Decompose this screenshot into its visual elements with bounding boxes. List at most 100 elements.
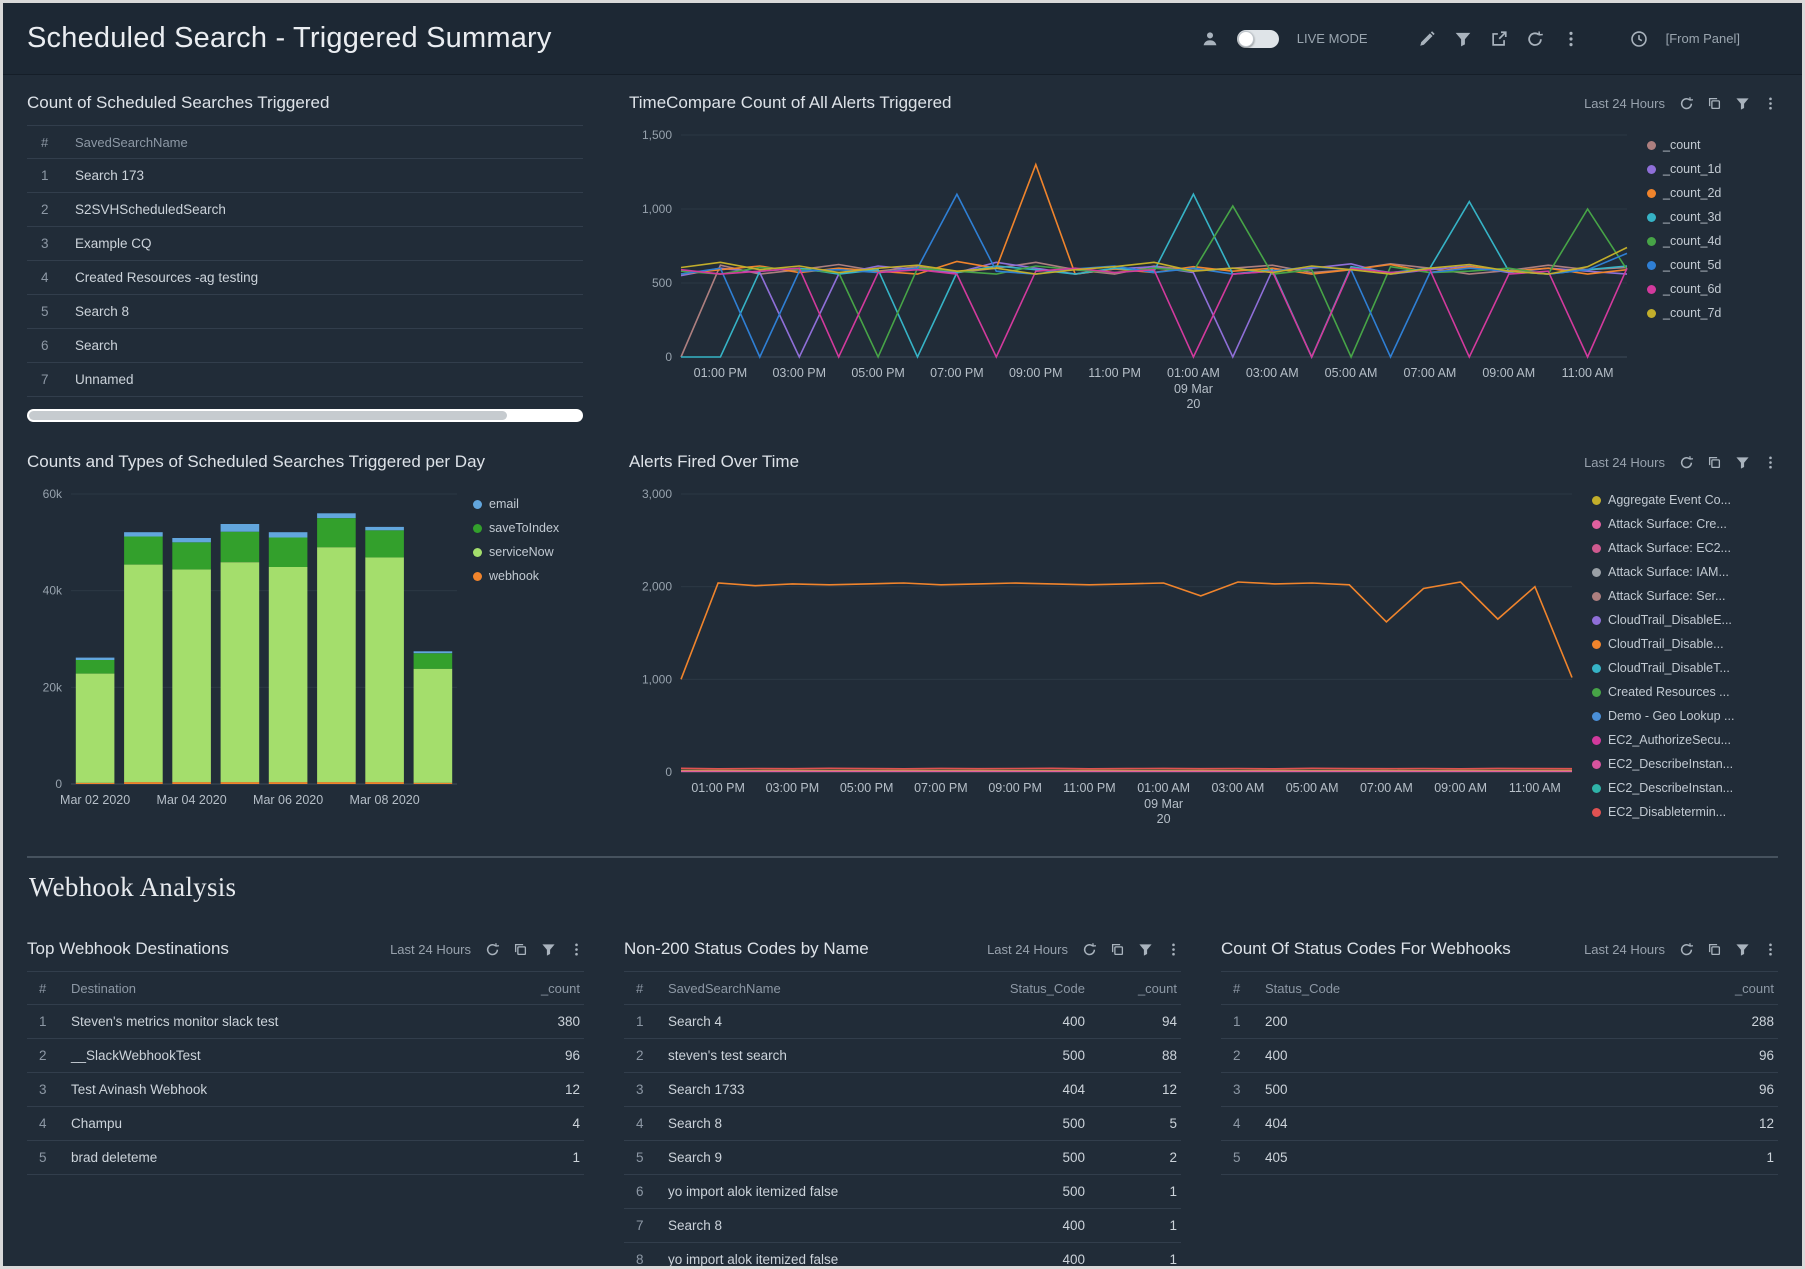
legend-item[interactable]: _count_6d [1647, 277, 1721, 301]
legend-item[interactable]: _count_4d [1647, 229, 1721, 253]
timerange-label[interactable]: Last 24 Hours [390, 942, 471, 957]
legend-item[interactable]: _count_7d [1647, 301, 1721, 325]
bar-segment-saveToIndex [76, 660, 115, 674]
x-tick-label: 09:00 PM [988, 781, 1042, 795]
panel-scheduled-searches: Count of Scheduled Searches Triggered #S… [27, 89, 583, 422]
y-tick-label: 500 [652, 276, 672, 290]
legend-item[interactable]: EC2_AuthorizeSecu... [1592, 728, 1734, 752]
legend-label: _count_4d [1663, 234, 1721, 248]
scrollbar-thumb[interactable] [29, 411, 507, 420]
copy-icon[interactable] [1707, 455, 1722, 470]
legend-label: _count_6d [1663, 282, 1721, 296]
table-cell: __SlackWebhookTest [63, 1048, 492, 1063]
legend-item[interactable]: EC2_DescribeInstan... [1592, 776, 1734, 800]
copy-icon[interactable] [1707, 942, 1722, 957]
panel-header: Top Webhook Destinations Last 24 Hours [27, 935, 584, 963]
filter-icon[interactable] [1454, 30, 1472, 48]
copy-icon[interactable] [1707, 96, 1722, 111]
refresh-icon[interactable] [1526, 30, 1544, 48]
kebab-icon[interactable] [1763, 455, 1778, 470]
timerange-label[interactable]: Last 24 Hours [1584, 942, 1665, 957]
column-header: # [1221, 981, 1257, 996]
legend-item[interactable]: Aggregate Event Co... [1592, 488, 1734, 512]
kebab-icon[interactable] [1763, 942, 1778, 957]
non200-status-codes-table: #SavedSearchNameStatus_Code_count1Search… [624, 971, 1181, 1269]
refresh-icon[interactable] [1679, 455, 1694, 470]
per-day-legend: emailsaveToIndexserviceNow webhook [473, 480, 559, 588]
table-cell: 7 [27, 372, 67, 387]
y-tick-label: 0 [665, 350, 672, 364]
legend-item[interactable]: Created Resources ... [1592, 680, 1734, 704]
legend-item[interactable]: Attack Surface: EC2... [1592, 536, 1734, 560]
copy-icon[interactable] [513, 942, 528, 957]
filter-icon[interactable] [1735, 942, 1750, 957]
bar-segment-webhook [269, 782, 308, 784]
legend-item[interactable]: CloudTrail_Disable... [1592, 632, 1734, 656]
refresh-icon[interactable] [1679, 942, 1694, 957]
x-tick-label: 03:00 AM [1246, 366, 1299, 380]
table-row: 7Search 84001 [624, 1209, 1181, 1243]
refresh-icon[interactable] [1679, 96, 1694, 111]
x-tick-sublabel: 20 [1157, 812, 1171, 826]
legend-label: webhook [489, 569, 539, 583]
legend-item[interactable]: Demo - Geo Lookup ... [1592, 704, 1734, 728]
filter-icon[interactable] [1138, 942, 1153, 957]
live-mode-toggle[interactable] [1237, 30, 1279, 48]
panel-header: Counts and Types of Scheduled Searches T… [27, 448, 583, 476]
refresh-icon[interactable] [485, 942, 500, 957]
legend-item[interactable]: webhook [473, 564, 559, 588]
refresh-icon[interactable] [1082, 942, 1097, 957]
legend-item[interactable]: CloudTrail_DisableE... [1592, 608, 1734, 632]
user-icon[interactable] [1201, 30, 1219, 48]
bar-segment-webhook [76, 783, 115, 784]
legend-item[interactable]: Attack Surface: Cre... [1592, 512, 1734, 536]
table-cell: 2 [27, 202, 67, 217]
legend-color-dot [1592, 688, 1601, 697]
legend-item[interactable]: serviceNow [473, 540, 559, 564]
filter-icon[interactable] [1735, 455, 1750, 470]
legend-item[interactable]: Attack Surface: Ser... [1592, 584, 1734, 608]
table-cell: Created Resources -ag testing [67, 270, 583, 285]
bar-segment-email [221, 524, 260, 532]
legend-item[interactable]: _count [1647, 133, 1721, 157]
kebab-icon[interactable] [1763, 96, 1778, 111]
horizontal-scrollbar[interactable] [27, 409, 583, 422]
timerange-label[interactable]: Last 24 Hours [1584, 96, 1665, 111]
table-row: 350096 [1221, 1073, 1778, 1107]
bar-segment-saveToIndex [124, 537, 163, 565]
table-cell: Champu [63, 1116, 492, 1131]
kebab-icon[interactable] [1166, 942, 1181, 957]
x-tick-label: 11:00 AM [1562, 366, 1614, 380]
kebab-icon[interactable] [1562, 30, 1580, 48]
filter-icon[interactable] [1735, 96, 1750, 111]
legend-item[interactable]: CloudTrail_DisableT... [1592, 656, 1734, 680]
timerange-label[interactable]: Last 24 Hours [987, 942, 1068, 957]
table-cell: 2 [624, 1048, 660, 1063]
x-tick-label: 07:00 PM [930, 366, 984, 380]
export-icon[interactable] [1490, 30, 1508, 48]
panel-title: Counts and Types of Scheduled Searches T… [27, 452, 485, 472]
schedule-clock-icon[interactable] [1630, 30, 1648, 48]
table-cell: brad deleteme [63, 1150, 492, 1165]
table-cell: 96 [1686, 1048, 1778, 1063]
legend-item[interactable]: saveToIndex [473, 516, 559, 540]
panel-top-webhook-destinations: Top Webhook Destinations Last 24 Hours #… [27, 935, 584, 1269]
legend-item[interactable]: EC2_DescribeInstan... [1592, 752, 1734, 776]
legend-item[interactable]: EC2_Disabletermin... [1592, 800, 1734, 824]
column-header: Status_Code [1257, 981, 1686, 996]
filter-icon[interactable] [541, 942, 556, 957]
legend-item[interactable]: Attack Surface: IAM... [1592, 560, 1734, 584]
bar-segment-email [317, 513, 356, 518]
legend-item[interactable]: _count_3d [1647, 205, 1721, 229]
legend-item[interactable]: _count_1d [1647, 157, 1721, 181]
edit-icon[interactable] [1418, 30, 1436, 48]
copy-icon[interactable] [1110, 942, 1125, 957]
kebab-icon[interactable] [569, 942, 584, 957]
legend-item[interactable]: _count_2d [1647, 181, 1721, 205]
x-tick-label: 11:00 PM [1088, 366, 1141, 380]
legend-item[interactable]: _count_5d [1647, 253, 1721, 277]
bar-segment-webhook [365, 782, 404, 784]
legend-item[interactable]: email [473, 492, 559, 516]
timerange-label[interactable]: Last 24 Hours [1584, 455, 1665, 470]
x-tick-label: Mar 04 2020 [157, 793, 227, 807]
